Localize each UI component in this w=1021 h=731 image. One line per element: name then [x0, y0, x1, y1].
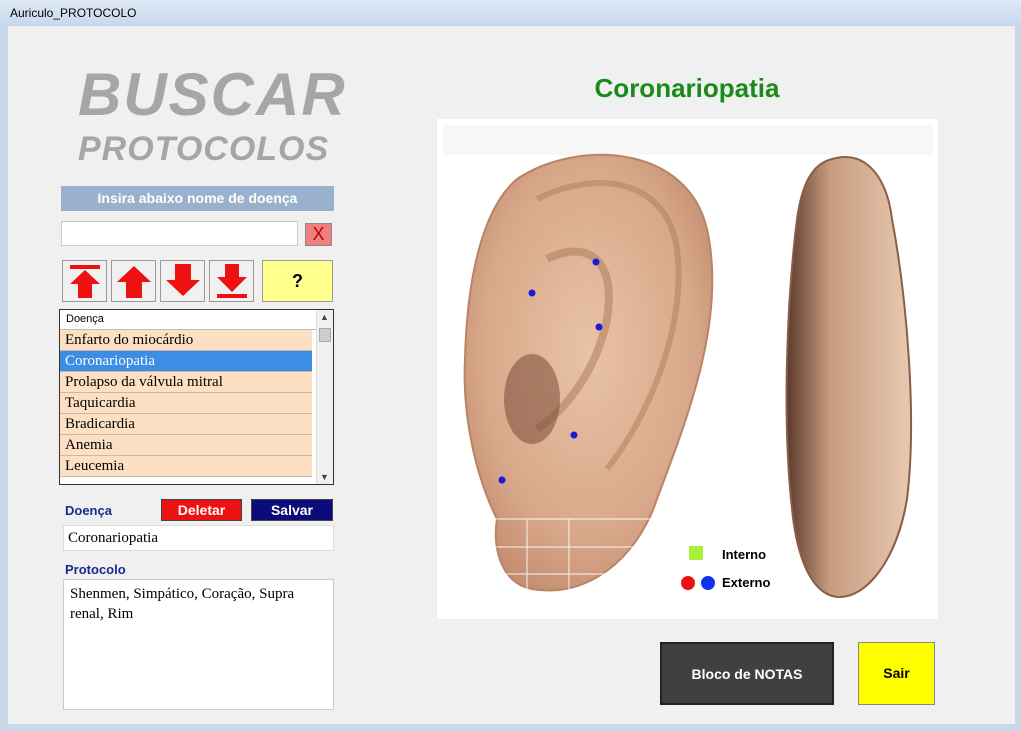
- page-subtitle: PROTOCOLOS: [78, 130, 330, 168]
- last-record-button[interactable]: [209, 260, 254, 302]
- ear-illustration: [443, 125, 933, 599]
- arrow-last-icon: [216, 264, 247, 298]
- internal-legend-swatch: [689, 546, 703, 560]
- selected-disease-heading: Coronariopatia: [594, 73, 780, 103]
- acupoint-marker: [595, 323, 603, 331]
- ear-image-panel: Interno Externo: [437, 119, 938, 619]
- acupoint-marker: [498, 476, 506, 484]
- acupoint-marker: [570, 431, 578, 439]
- window-title: Auriculo_PROTOCOLO: [10, 6, 137, 20]
- acupoint-marker: [528, 289, 536, 297]
- scroll-down-icon[interactable]: ▼: [320, 472, 329, 482]
- window-titlebar: Auriculo_PROTOCOLO: [0, 0, 1021, 26]
- scroll-up-icon[interactable]: ▲: [320, 312, 329, 322]
- disease-field[interactable]: Coronariopatia: [63, 525, 334, 551]
- legend-external-label: Externo: [722, 575, 771, 590]
- delete-button[interactable]: Deletar: [161, 499, 242, 521]
- acupoint-marker: [592, 258, 600, 266]
- app-client-area: BUSCAR PROTOCOLOS Insira abaixo nome de …: [8, 26, 1015, 724]
- next-record-button[interactable]: [160, 260, 205, 302]
- table-row[interactable]: Taquicardia: [60, 393, 312, 414]
- save-button[interactable]: Salvar: [251, 499, 333, 521]
- external-legend-blue: [701, 576, 715, 590]
- protocol-textarea[interactable]: Shenmen, Simpático, Coração, Supra renal…: [63, 579, 334, 710]
- previous-record-button[interactable]: [111, 260, 156, 302]
- disease-grid[interactable]: Doença Enfarto do miocárdio Coronariopat…: [59, 309, 334, 485]
- search-instruction: Insira abaixo nome de doença: [61, 186, 334, 211]
- page-title: BUSCAR: [78, 61, 347, 128]
- external-legend-red: [681, 576, 695, 590]
- table-row-selected[interactable]: Coronariopatia: [60, 351, 312, 372]
- search-input[interactable]: [61, 221, 298, 246]
- table-row[interactable]: Prolapso da válvula mitral: [60, 372, 312, 393]
- help-button[interactable]: ?: [262, 260, 333, 302]
- exit-button[interactable]: Sair: [858, 642, 935, 705]
- first-record-button[interactable]: [62, 260, 107, 302]
- protocol-label: Protocolo: [65, 562, 126, 577]
- legend-internal-label: Interno: [722, 547, 767, 562]
- grid-column-header[interactable]: Doença: [60, 310, 333, 330]
- disease-label: Doença: [65, 503, 112, 518]
- arrow-first-icon: [69, 265, 100, 298]
- arrow-down-icon: [165, 264, 200, 296]
- table-row[interactable]: Enfarto do miocárdio: [60, 330, 312, 351]
- table-row[interactable]: Bradicardia: [60, 414, 312, 435]
- grid-scrollbar[interactable]: ▲ ▼: [316, 310, 333, 484]
- clear-search-button[interactable]: X: [305, 223, 332, 246]
- table-row[interactable]: Anemia: [60, 435, 312, 456]
- arrow-up-icon: [116, 266, 151, 298]
- notes-button[interactable]: Bloco de NOTAS: [660, 642, 834, 705]
- scroll-thumb[interactable]: [319, 328, 331, 342]
- table-row[interactable]: Leucemia: [60, 456, 312, 477]
